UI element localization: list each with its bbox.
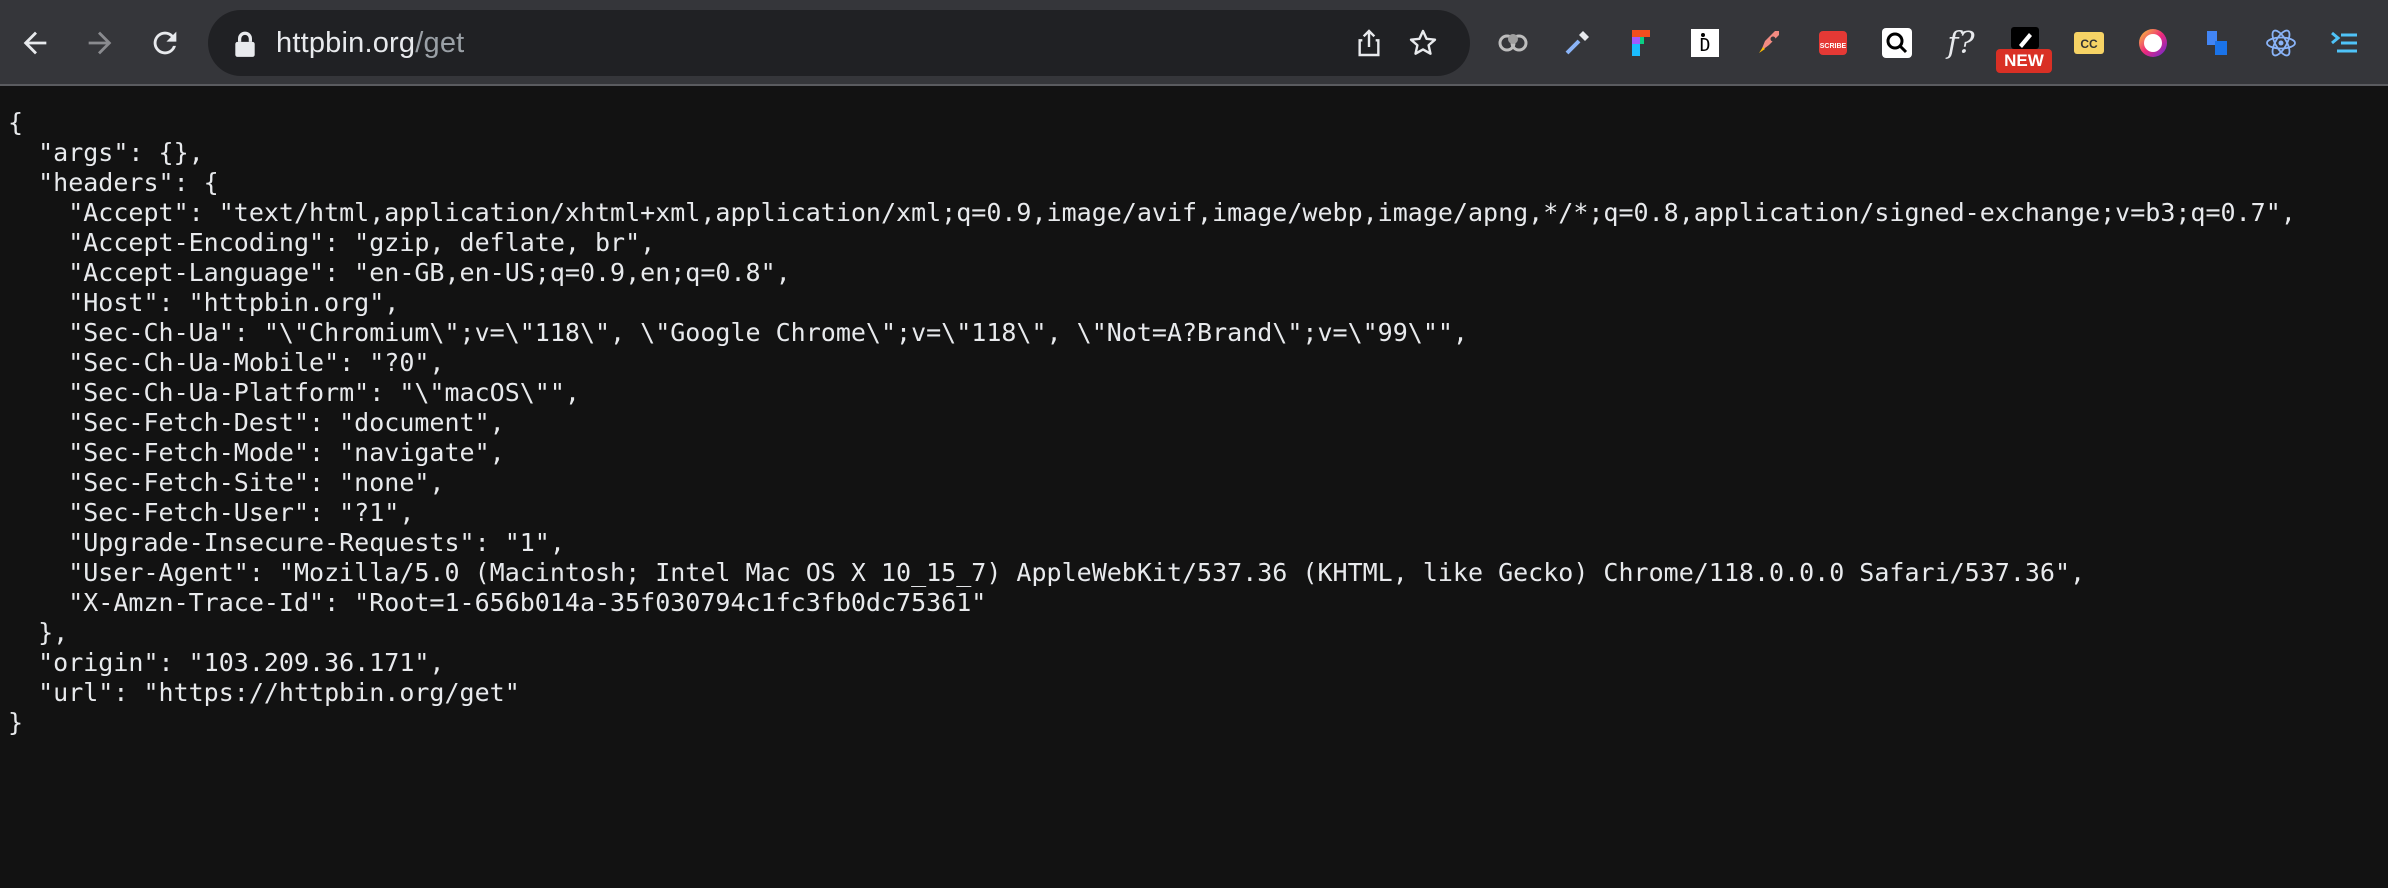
star-icon	[1409, 29, 1437, 55]
extension-cc-icon[interactable]: CC	[2069, 23, 2109, 63]
browser-toolbar: httpbin.org/get D SCRIBE f? NEW CC	[0, 0, 2388, 86]
json-line: {	[8, 108, 24, 137]
arrow-right-icon	[88, 31, 112, 55]
bookmark-button[interactable]	[1402, 22, 1444, 64]
json-line: "Accept-Language": "en-GB,en-US;q=0.9,en…	[8, 258, 791, 287]
json-line: },	[8, 618, 69, 647]
json-line: "Accept-Encoding": "gzip, deflate, br",	[8, 228, 656, 257]
extension-ring-icon[interactable]	[2133, 23, 2173, 63]
address-bar-url[interactable]: httpbin.org/get	[276, 10, 464, 76]
json-line: "Sec-Fetch-User": "?1",	[8, 498, 415, 527]
json-line: "Sec-Ch-Ua-Platform": "\"macOS\"",	[8, 378, 580, 407]
arrow-left-icon	[23, 31, 47, 55]
json-line: "Sec-Ch-Ua-Mobile": "?0",	[8, 348, 445, 377]
forward-button[interactable]	[77, 20, 123, 66]
extension-code-icon[interactable]	[2325, 23, 2365, 63]
url-host: httpbin.org	[276, 27, 416, 59]
new-badge: NEW	[1996, 49, 2052, 73]
lock-icon[interactable]	[232, 30, 258, 58]
extension-font-icon[interactable]: f?	[1941, 23, 1981, 63]
json-line: "Sec-Fetch-Dest": "document",	[8, 408, 505, 437]
json-line: "Sec-Ch-Ua": "\"Chromium\";v=\"118\", \"…	[8, 318, 1468, 347]
json-line: "Sec-Fetch-Mode": "navigate",	[8, 438, 505, 467]
svg-text:D: D	[1700, 35, 1711, 56]
json-line: }	[8, 708, 24, 737]
json-response: { "args": {}, "headers": { "Accept": "te…	[8, 108, 2380, 738]
extension-cc-label: CC	[2080, 37, 2098, 51]
json-line: "X-Amzn-Trace-Id": "Root=1-656b014a-35f0…	[8, 588, 987, 617]
address-bar[interactable]: httpbin.org/get	[208, 10, 1470, 76]
share-button[interactable]	[1348, 22, 1390, 64]
page-content: { "args": {}, "headers": { "Accept": "te…	[8, 108, 2380, 878]
share-icon	[1358, 29, 1380, 57]
json-line: "Accept": "text/html,application/xhtml+x…	[8, 198, 2296, 227]
extension-id-icon[interactable]: D	[1685, 23, 1725, 63]
extension-blocks-icon[interactable]	[2197, 23, 2237, 63]
json-line: "Host": "httpbin.org",	[8, 288, 400, 317]
json-line: "url": "https://httpbin.org/get"	[8, 678, 520, 707]
extension-scribe-icon[interactable]: SCRIBE	[1813, 23, 1853, 63]
extension-eyedropper-icon[interactable]	[1557, 23, 1597, 63]
json-line: "Upgrade-Insecure-Requests": "1",	[8, 528, 565, 557]
extension-search-icon[interactable]	[1877, 23, 1917, 63]
extension-rocket-icon[interactable]	[1749, 23, 1789, 63]
json-line: "Sec-Fetch-Site": "none",	[8, 468, 445, 497]
extension-figma-icon[interactable]	[1621, 23, 1661, 63]
extension-cloud-icon[interactable]	[1493, 23, 1533, 63]
reload-icon	[153, 31, 177, 55]
json-line: "origin": "103.209.36.171",	[8, 648, 445, 677]
back-button[interactable]	[12, 20, 58, 66]
json-line: "headers": {	[8, 168, 219, 197]
url-path: /get	[415, 27, 465, 59]
extension-react-icon[interactable]	[2261, 23, 2301, 63]
reload-button[interactable]	[142, 20, 188, 66]
extension-scribe-label: SCRIBE	[1820, 43, 1847, 50]
json-line: "args": {},	[8, 138, 204, 167]
json-line: "User-Agent": "Mozilla/5.0 (Macintosh; I…	[8, 558, 2086, 587]
